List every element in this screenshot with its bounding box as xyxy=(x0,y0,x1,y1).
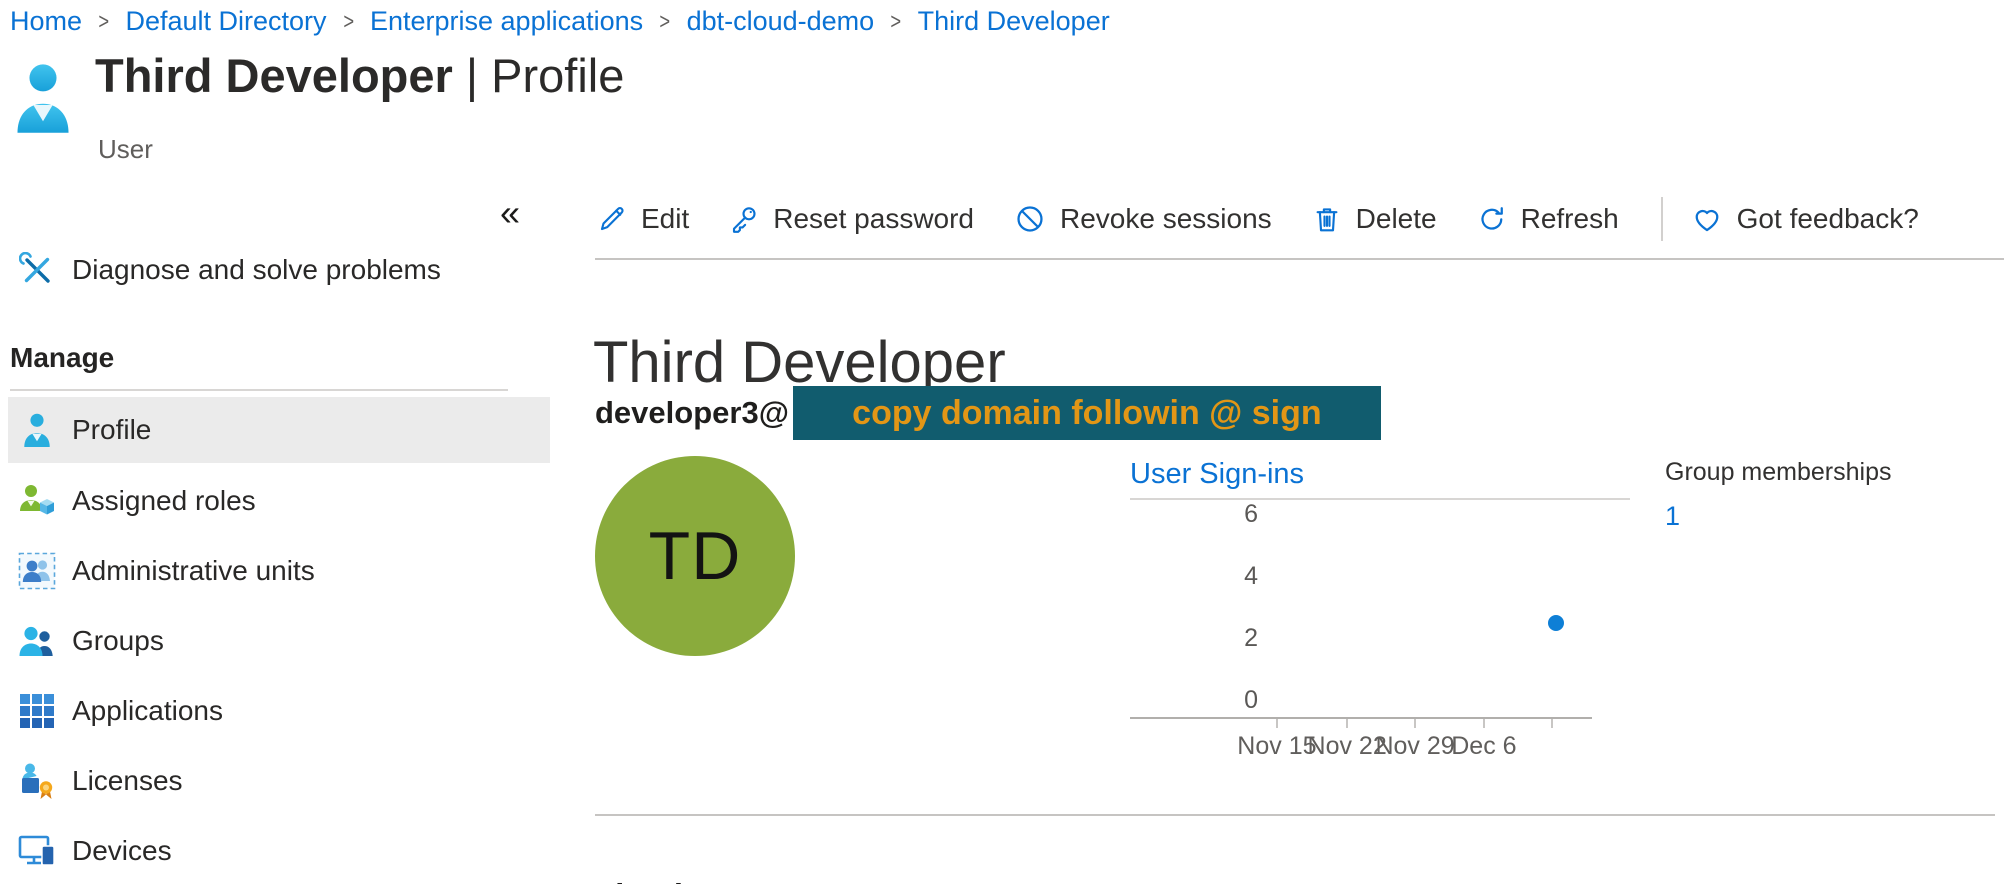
user-signins-chart: User Sign-ins 0246Nov 15Nov 22Nov 29Dec … xyxy=(1130,456,1630,786)
reset-password-label: Reset password xyxy=(773,203,974,235)
breadcrumb: Home > Default Directory > Enterprise ap… xyxy=(10,6,1110,37)
toolbar-bottom-border xyxy=(595,258,2004,260)
x-axis-tick xyxy=(1414,719,1416,728)
identity-section-heading: Identity xyxy=(595,877,712,884)
sidebar-item-label: Administrative units xyxy=(72,555,315,587)
y-axis-tick-label: 6 xyxy=(1218,499,1258,529)
breadcrumb-dbt-cloud-demo[interactable]: dbt-cloud-demo xyxy=(687,6,875,37)
page-title: Third Developer | Profile xyxy=(95,48,624,103)
sidebar-item-devices[interactable]: Devices xyxy=(8,818,550,884)
sidebar-divider xyxy=(10,389,508,391)
command-bar: Edit Reset password Revoke sessions xyxy=(597,190,1959,248)
sidebar-section-manage: Manage xyxy=(10,342,114,374)
sidebar-item-label: Assigned roles xyxy=(72,485,256,517)
y-axis-tick-label: 4 xyxy=(1218,561,1258,591)
email-redaction-overlay: copy domain followin @ sign xyxy=(793,386,1381,440)
page-subtitle: User xyxy=(98,134,153,165)
content-divider xyxy=(595,814,1995,816)
group-memberships-count-link[interactable]: 1 xyxy=(1665,501,1680,532)
delete-label: Delete xyxy=(1356,203,1437,235)
trash-icon xyxy=(1312,204,1342,234)
person-role-icon xyxy=(16,482,58,520)
azure-user-profile-page: Home > Default Directory > Enterprise ap… xyxy=(0,0,2004,884)
avatar: TD xyxy=(595,456,795,656)
sidebar-item-label: Licenses xyxy=(72,765,183,797)
breadcrumb-third-developer[interactable]: Third Developer xyxy=(918,6,1110,37)
person-icon xyxy=(16,411,58,449)
revoke-sessions-button[interactable]: Revoke sessions xyxy=(1014,203,1272,235)
page-title-name: Third Developer xyxy=(95,49,453,102)
page-title-suffix: | Profile xyxy=(466,49,625,102)
people-icon xyxy=(16,622,58,660)
reset-password-button[interactable]: Reset password xyxy=(729,203,974,235)
devices-icon xyxy=(16,832,58,870)
got-feedback-label: Got feedback? xyxy=(1737,203,1919,235)
sidebar-item-profile[interactable]: Profile xyxy=(8,397,550,463)
avatar-initials: TD xyxy=(649,517,742,595)
x-axis-tick xyxy=(1483,719,1485,728)
sidebar-item-label: Groups xyxy=(72,625,164,657)
user-badge-icon xyxy=(14,60,72,136)
user-principal-name: developer3@ copy domain followin @ sign xyxy=(595,386,1381,440)
sidebar-item-licenses[interactable]: Licenses xyxy=(8,748,550,814)
breadcrumb-enterprise-applications[interactable]: Enterprise applications xyxy=(370,6,643,37)
sidebar-collapse-button[interactable]: « xyxy=(500,192,520,234)
sidebar-item-groups[interactable]: Groups xyxy=(8,608,550,674)
sidebar-item-label: Diagnose and solve problems xyxy=(72,254,441,286)
grid-icon xyxy=(16,692,58,730)
admin-units-icon xyxy=(16,552,58,590)
revoke-sessions-label: Revoke sessions xyxy=(1060,203,1272,235)
breadcrumb-home[interactable]: Home xyxy=(10,6,82,37)
group-memberships-label: Group memberships xyxy=(1665,458,1891,487)
heart-icon xyxy=(1691,203,1723,235)
breadcrumb-separator: > xyxy=(343,8,354,35)
y-axis-tick-label: 2 xyxy=(1218,623,1258,653)
x-axis-tick xyxy=(1346,719,1348,728)
group-memberships: Group memberships 1 xyxy=(1665,458,1891,532)
sidebar-item-administrative-units[interactable]: Administrative units xyxy=(8,538,550,604)
sidebar-item-applications[interactable]: Applications xyxy=(8,678,550,744)
breadcrumb-separator: > xyxy=(659,8,670,35)
y-axis-tick-label: 0 xyxy=(1218,685,1258,715)
refresh-button[interactable]: Refresh xyxy=(1477,203,1619,235)
edit-label: Edit xyxy=(641,203,689,235)
key-icon xyxy=(729,204,759,234)
sidebar-item-label: Applications xyxy=(72,695,223,727)
delete-button[interactable]: Delete xyxy=(1312,203,1437,235)
sidebar-item-diagnose[interactable]: Diagnose and solve problems xyxy=(8,237,550,303)
chart-title-underline xyxy=(1130,498,1630,500)
x-axis-tick-label: Dec 6 xyxy=(1434,732,1534,761)
pencil-icon xyxy=(597,204,627,234)
sidebar-item-label: Profile xyxy=(72,414,151,446)
breadcrumb-separator: > xyxy=(891,8,902,35)
x-axis-tick xyxy=(1276,719,1278,728)
sidebar-item-assigned-roles[interactable]: Assigned roles xyxy=(8,468,550,534)
refresh-label: Refresh xyxy=(1521,203,1619,235)
refresh-icon xyxy=(1477,204,1507,234)
license-icon xyxy=(16,762,58,800)
email-prefix: developer3@ xyxy=(595,395,789,431)
user-signins-link[interactable]: User Sign-ins xyxy=(1130,458,1304,491)
breadcrumb-default-directory[interactable]: Default Directory xyxy=(125,6,326,37)
sidebar-item-label: Devices xyxy=(72,835,172,867)
edit-button[interactable]: Edit xyxy=(597,203,689,235)
breadcrumb-separator: > xyxy=(98,8,109,35)
x-axis-line xyxy=(1130,717,1592,719)
got-feedback-button[interactable]: Got feedback? xyxy=(1691,203,1919,235)
chart-data-point xyxy=(1548,615,1564,631)
toolbar-divider xyxy=(1661,197,1663,241)
block-icon xyxy=(1014,203,1046,235)
x-axis-tick xyxy=(1551,719,1553,728)
tools-icon xyxy=(16,251,58,289)
